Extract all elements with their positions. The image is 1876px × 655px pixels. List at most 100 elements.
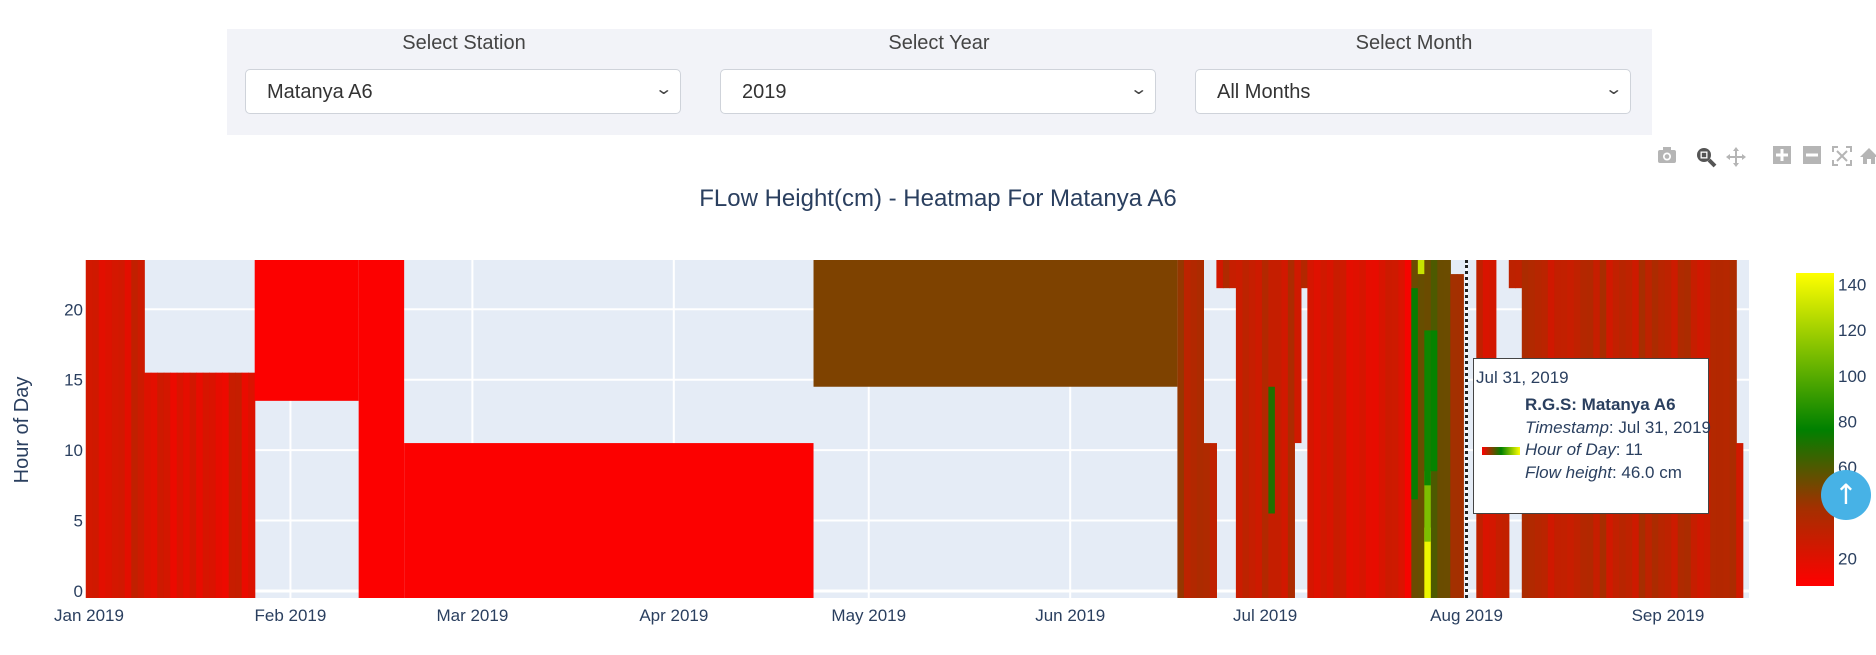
heatmap-cell[interactable] [1372, 260, 1380, 598]
heatmap-cell[interactable] [1339, 260, 1347, 598]
heatmap-cell[interactable] [85, 260, 93, 598]
heatmap-cell[interactable] [131, 260, 139, 598]
heatmap-cell[interactable] [1508, 260, 1516, 289]
heatmap-chart[interactable]: Jan 2019 Feb 2019 Mar 2019 Apr 2019 May 2019… [0, 0, 1876, 655]
heatmap-cell[interactable] [235, 372, 243, 598]
heatmap-cell[interactable] [183, 372, 191, 598]
heatmap-cell[interactable] [1326, 260, 1334, 598]
heatmap-cell[interactable] [1378, 260, 1386, 598]
heatmap-cell[interactable] [137, 260, 145, 598]
x-tick-label: Jan 2019 [54, 606, 124, 625]
heatmap-cell[interactable] [1255, 260, 1263, 598]
heatmap-cell[interactable] [1313, 260, 1321, 598]
heatmap-cell[interactable] [358, 260, 405, 598]
heatmap-cell[interactable] [1417, 260, 1425, 598]
heatmap-cell[interactable] [1385, 260, 1393, 598]
heatmap-cell[interactable] [1196, 260, 1204, 598]
heatmap-cell[interactable] [1430, 330, 1438, 472]
x-tick-label: Feb 2019 [255, 606, 327, 625]
heatmap-cell[interactable] [254, 260, 359, 401]
heatmap-cell[interactable] [1515, 260, 1523, 289]
y-tick-label: 10 [64, 441, 83, 460]
heatmap-cell[interactable] [1294, 260, 1302, 444]
heatmap-cell[interactable] [1716, 260, 1724, 598]
heatmap-cell[interactable] [1450, 274, 1458, 598]
heatmap-cell[interactable] [118, 260, 126, 598]
heatmap-cell[interactable] [189, 372, 197, 598]
heatmap-cell[interactable] [1456, 274, 1464, 598]
heatmap-cell[interactable] [1417, 260, 1425, 275]
heatmap-cell[interactable] [222, 372, 230, 598]
y-axis-title: Hour of Day [11, 377, 33, 484]
heatmap-cell[interactable] [1203, 443, 1211, 598]
heatmap-cell[interactable] [215, 372, 223, 598]
y-tick-label: 0 [74, 582, 83, 601]
tooltip-station: R.G.S: Matanya A6 [1525, 395, 1676, 414]
heatmap-cell[interactable] [196, 372, 204, 598]
heatmap-cell[interactable] [1177, 260, 1185, 598]
arrow-up-icon: ↑ [1834, 478, 1858, 511]
tooltip-body: R.G.S: Matanya A6 Timestamp: Jul 31, 201… [1525, 394, 1711, 484]
heatmap-cell[interactable] [1398, 260, 1406, 598]
heatmap-cell[interactable] [1333, 260, 1341, 598]
heatmap-cell[interactable] [1307, 260, 1315, 598]
heatmap-cell[interactable] [1242, 260, 1250, 598]
heatmap-cell[interactable] [1424, 330, 1431, 486]
heatmap-cell[interactable] [1365, 260, 1373, 598]
heatmap-cell[interactable] [1209, 443, 1217, 598]
heatmap-cell[interactable] [404, 443, 814, 598]
heatmap-cell[interactable] [228, 372, 236, 598]
heatmap-cell[interactable] [1190, 260, 1198, 598]
colorbar-ticks: 206080100120140 [1838, 275, 1866, 568]
heatmap-cell[interactable] [1723, 260, 1731, 598]
heatmap-cell[interactable] [1404, 260, 1412, 598]
heatmap-cell[interactable] [1248, 260, 1256, 598]
heatmap-cell[interactable] [1268, 386, 1275, 514]
heatmap-cell[interactable] [1222, 260, 1230, 289]
heatmap-cell[interactable] [1443, 260, 1451, 598]
hover-spike-line [1465, 260, 1468, 598]
y-tick-label: 5 [74, 512, 83, 531]
heatmap-cell[interactable] [1287, 260, 1295, 598]
heatmap-cell[interactable] [1729, 260, 1737, 598]
heatmap-cell[interactable] [209, 372, 217, 598]
x-tick-label: Jul 2019 [1233, 606, 1297, 625]
heatmap-cell[interactable] [1736, 443, 1744, 598]
x-tick-label: May 2019 [831, 606, 906, 625]
heatmap-cell[interactable] [1346, 260, 1354, 598]
colorbar-tick-label: 100 [1838, 367, 1866, 386]
heatmap-cell[interactable] [241, 372, 249, 598]
heatmap-cell[interactable] [813, 260, 1178, 387]
heatmap-cell[interactable] [105, 260, 113, 598]
heatmap-cell[interactable] [98, 260, 106, 598]
heatmap-cell[interactable] [1229, 260, 1237, 289]
heatmap-cell[interactable] [150, 372, 158, 598]
heatmap-cell[interactable] [157, 372, 165, 598]
heatmap-cell[interactable] [1261, 260, 1269, 598]
tooltip-timestamp-label: Timestamp [1525, 417, 1609, 437]
heatmap-cell[interactable] [111, 260, 119, 598]
heatmap-cell[interactable] [1320, 260, 1328, 598]
heatmap-cell[interactable] [176, 372, 184, 598]
heatmap-cell[interactable] [163, 372, 171, 598]
heatmap-cell[interactable] [248, 372, 256, 598]
heatmap-cell[interactable] [1300, 260, 1308, 289]
heatmap-cell[interactable] [170, 372, 178, 598]
heatmap-cell[interactable] [1411, 288, 1418, 500]
heatmap-cell[interactable] [1274, 260, 1282, 598]
heatmap-cell[interactable] [1437, 260, 1445, 598]
heatmap-cell[interactable] [1235, 260, 1243, 598]
heatmap-cell[interactable] [1359, 260, 1367, 598]
scroll-to-top-button[interactable]: ↑ [1821, 470, 1871, 520]
heatmap-cell[interactable] [144, 372, 152, 598]
tooltip-color-swatch [1482, 447, 1520, 455]
heatmap-cell[interactable] [92, 260, 100, 598]
heatmap-cell[interactable] [1216, 260, 1224, 289]
heatmap-cell[interactable] [1183, 260, 1192, 598]
heatmap-cell[interactable] [124, 260, 132, 598]
heatmap-cell[interactable] [1710, 260, 1718, 598]
heatmap-cell[interactable] [1352, 260, 1360, 598]
heatmap-cell[interactable] [1281, 260, 1289, 598]
heatmap-cell[interactable] [1391, 260, 1399, 598]
heatmap-cell[interactable] [202, 372, 210, 598]
